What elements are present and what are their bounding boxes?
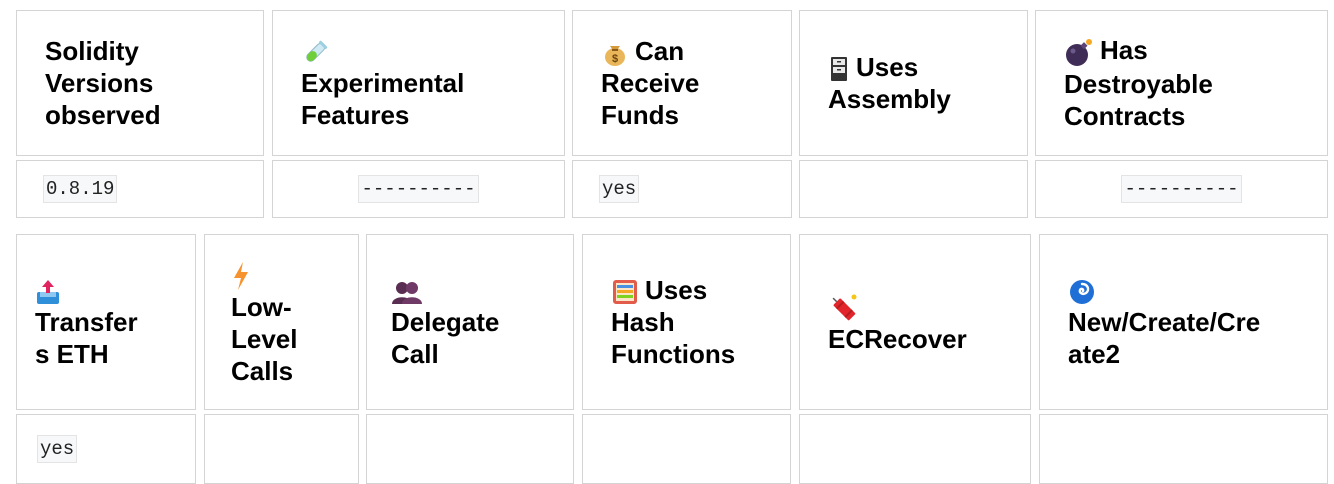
header-destroyable-contracts: Has Destroyable Contracts [1035,10,1328,156]
value-uses-hash-functions [582,414,791,484]
value-destroyable-contracts: ---------- [1035,160,1328,218]
outbox-tray-icon [35,278,61,306]
high-voltage-icon [231,261,251,291]
svg-text:$: $ [612,53,618,65]
bomb-icon [1064,38,1094,68]
value-ecrecover [799,414,1031,484]
value-transfers-eth: yes [16,414,196,484]
header-experimental-features: Experimental Features [272,10,565,156]
header-solidity-versions: Solidity Versions observed [16,10,264,156]
test-tube-icon [301,39,329,67]
header-uses-hash-functions: Uses Hash Functions [582,234,791,410]
value-delegate-call [366,414,574,484]
header-ecrecover: ECRecover [799,234,1031,410]
cyclone-icon [1068,278,1096,306]
value-uses-assembly [799,160,1028,218]
value-low-level-calls [204,414,359,484]
header-delegate-call: Delegate Call [366,234,574,410]
value-can-receive-funds: yes [572,160,792,218]
header-transfers-eth: Transfer s ETH [16,234,196,410]
value-experimental-features: ---------- [272,160,565,218]
header-low-level-calls: Low- Level Calls [204,234,359,410]
header-can-receive-funds: $ Can Receive Funds [572,10,792,156]
abacus-icon [611,278,639,306]
value-new-create-create2 [1039,414,1328,484]
header-new-create-create2: New/Create/Cre ate2 [1039,234,1328,410]
header-uses-assembly: Uses Assembly [799,10,1028,156]
file-cabinet-icon [828,56,850,82]
busts-icon [391,279,423,305]
value-solidity-version: 0.8.19 [16,160,264,218]
firecracker-icon [828,293,858,323]
money-bag-icon: $ [601,39,629,67]
